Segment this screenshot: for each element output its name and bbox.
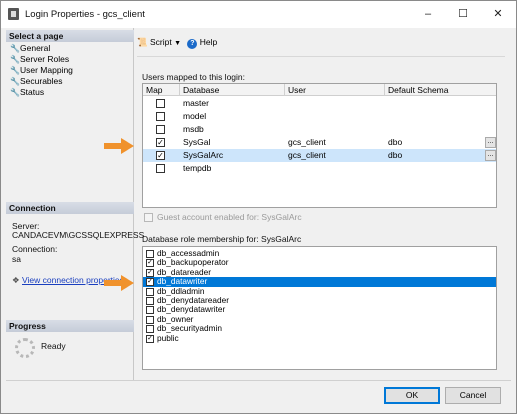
arrow-right-icon — [104, 138, 134, 154]
ok-button[interactable]: OK — [384, 387, 440, 404]
map-checkbox[interactable] — [156, 125, 165, 134]
guest-account-label: Guest account enabled for: SysGalArc — [157, 212, 302, 222]
table-row[interactable]: model — [143, 110, 496, 123]
page-item-label: Securables — [20, 76, 63, 86]
map-checkbox[interactable] — [156, 112, 165, 121]
connection-label: Connection: — [12, 244, 58, 254]
arrow-right-icon — [104, 275, 134, 291]
database-cell: SysGalArc — [183, 150, 224, 160]
role-membership-label: Database role membership for: SysGalArc — [142, 234, 302, 244]
role-checkbox[interactable]: ✓ — [146, 278, 154, 287]
role-checkbox[interactable]: ✓ — [146, 259, 154, 268]
map-checkbox[interactable]: ✓ — [156, 151, 165, 160]
column-header-user[interactable]: User — [285, 84, 385, 96]
help-label: Help — [199, 37, 218, 47]
page-item-label: Server Roles — [20, 54, 70, 64]
role-checkbox[interactable] — [146, 297, 154, 305]
schema-browse-button[interactable]: ... — [485, 150, 496, 161]
map-checkbox[interactable] — [156, 164, 165, 173]
connection-value: sa — [12, 254, 21, 264]
role-membership-list: db_accessadmin ✓ db_backupoperator ✓ db_da… — [142, 246, 497, 370]
role-label: public — [157, 332, 179, 343]
list-item[interactable]: ✓ public — [143, 332, 496, 343]
list-item[interactable]: db_securityadmin — [143, 323, 496, 334]
script-button[interactable]: 📜 Script ▼ — [137, 37, 183, 47]
user-cell[interactable]: gcs_client — [285, 149, 326, 162]
schema-cell[interactable]: dbo — [385, 149, 402, 162]
grid-header: Map Database User Default Schema — [143, 84, 496, 96]
database-cell: SysGal — [183, 137, 211, 147]
wrench-icon: 🔧 — [10, 44, 20, 53]
window-title: Login Properties - gcs_client — [25, 9, 145, 20]
page-item-label: Status — [20, 87, 45, 97]
maximize-button[interactable]: ☐ — [448, 4, 478, 24]
guest-account-checkbox — [144, 213, 153, 222]
database-cell: master — [183, 98, 209, 108]
help-button[interactable]: ? Help — [187, 37, 218, 49]
role-checkbox[interactable] — [146, 315, 154, 324]
map-checkbox[interactable]: ✓ — [156, 138, 165, 147]
table-row[interactable]: master — [143, 97, 496, 110]
script-icon: 📜 — [137, 37, 148, 47]
login-properties-window: Login Properties - gcs_client – ☐ ✕ Sele… — [0, 0, 517, 414]
table-row-selected[interactable]: ✓ SysGalArc gcs_client dbo ... — [143, 149, 496, 162]
schema-cell[interactable]: dbo — [385, 136, 402, 149]
schema-browse-button[interactable]: ... — [485, 137, 496, 148]
page-item-label: User Mapping — [20, 65, 73, 75]
server-value: CANDACEVM\GCSSQLEXPRESS — [12, 230, 145, 240]
role-checkbox[interactable] — [146, 325, 154, 334]
table-row[interactable]: tempdb — [143, 162, 496, 175]
wrench-icon: 🔧 — [10, 88, 20, 97]
database-cell: msdb — [183, 124, 204, 134]
role-checkbox[interactable] — [146, 250, 154, 258]
sidebar: Select a page 🔧General 🔧Server Roles 🔧Us… — [6, 28, 144, 380]
user-cell[interactable]: gcs_client — [285, 136, 326, 149]
chevron-down-icon: ▼ — [174, 40, 182, 47]
role-checkbox[interactable] — [146, 287, 154, 296]
title-bar: Login Properties - gcs_client – ☐ ✕ — [1, 1, 516, 28]
toolbar-divider — [137, 56, 505, 57]
column-header-map[interactable]: Map — [143, 84, 180, 96]
select-page-header: Select a page — [6, 30, 134, 42]
wrench-icon: 🔧 — [10, 55, 20, 64]
list-item[interactable]: db_denydatawriter — [143, 304, 496, 315]
script-label: Script — [149, 37, 172, 47]
wrench-icon: 🔧 — [10, 77, 20, 86]
user-mapping-grid: Map Database User Default Schema master … — [142, 83, 497, 208]
column-header-database[interactable]: Database — [180, 84, 285, 96]
wrench-icon: 🔧 — [10, 66, 20, 75]
progress-status: Ready — [41, 341, 66, 351]
table-row[interactable]: ✓ SysGal gcs_client dbo ... — [143, 136, 496, 149]
page-item-label: General — [20, 43, 51, 53]
database-cell: model — [183, 111, 207, 121]
footer-divider — [6, 380, 511, 381]
help-icon: ? — [187, 39, 198, 49]
guest-account-option: Guest account enabled for: SysGalArc — [144, 212, 302, 222]
role-checkbox[interactable]: ✓ — [146, 268, 154, 277]
table-row[interactable]: msdb — [143, 123, 496, 136]
role-checkbox[interactable]: ✓ — [146, 334, 154, 343]
page-item-general[interactable]: 🔧General — [10, 43, 50, 54]
page-item-status[interactable]: 🔧Status — [10, 87, 44, 98]
minimize-button[interactable]: – — [413, 4, 443, 24]
page-item-server-roles[interactable]: 🔧Server Roles — [10, 54, 69, 65]
progress-header: Progress — [6, 320, 134, 332]
map-checkbox[interactable] — [156, 99, 165, 108]
connection-properties-icon: ❖ — [12, 275, 20, 285]
cancel-button[interactable]: Cancel — [445, 387, 501, 404]
connection-header: Connection — [6, 202, 134, 214]
database-cell: tempdb — [183, 163, 212, 173]
sql-server-icon — [8, 8, 19, 20]
page-item-securables[interactable]: 🔧Securables — [10, 76, 63, 87]
users-mapped-label: Users mapped to this login: — [142, 72, 245, 82]
column-header-default-schema[interactable]: Default Schema — [385, 84, 496, 96]
toolbar: 📜 Script ▼ ? Help — [137, 34, 217, 50]
close-button[interactable]: ✕ — [483, 4, 513, 24]
page-item-user-mapping[interactable]: 🔧User Mapping — [10, 65, 73, 76]
role-checkbox[interactable] — [146, 306, 154, 315]
progress-spinner-icon — [15, 338, 35, 358]
